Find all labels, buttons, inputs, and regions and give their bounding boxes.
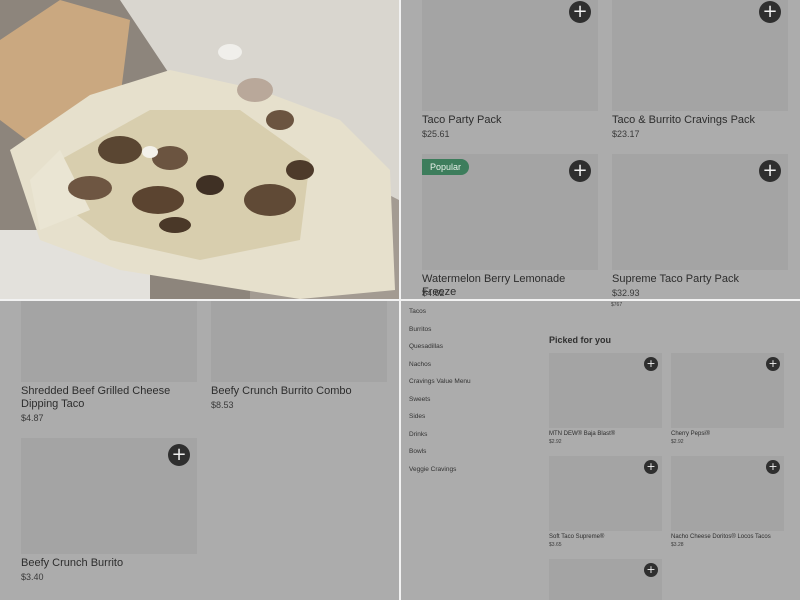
menu-item-name: Soft Taco Supreme®	[549, 534, 605, 540]
menu-item-card[interactable]: + MTN DEW® Baja Blast® $2.92	[549, 353, 662, 448]
menu-item-price: $8.53	[211, 400, 234, 410]
menu-item-name: Supreme Taco Party Pack	[612, 273, 739, 285]
menu-item-name: Beefy Crunch Burrito Combo	[211, 385, 352, 397]
menu-item-card[interactable]: Beefy Crunch Burrito Combo $8.53	[211, 301, 387, 431]
menu-item-card[interactable]: + Supreme Taco Party Pack $32.93	[612, 154, 788, 299]
add-item-button[interactable]: +	[168, 444, 190, 466]
menu-item-name: Taco & Burrito Cravings Pack	[612, 114, 756, 126]
menu-item-price: $2.92	[549, 439, 562, 445]
menu-panel-bottom-left: Shredded Beef Grilled Cheese Dipping Tac…	[0, 301, 399, 600]
menu-item-price: $25.61	[422, 129, 450, 139]
menu-item-image	[21, 301, 197, 382]
category-link[interactable]: Drinks	[409, 431, 471, 449]
menu-item-price: $4.87	[21, 413, 44, 423]
add-item-button[interactable]: +	[766, 460, 780, 474]
category-link[interactable]: Sweets	[409, 396, 471, 414]
menu-panel-bottom-right: $767 Tacos Burritos Quesadillas Nachos C…	[401, 301, 800, 600]
menu-item-price: $3.28	[671, 542, 684, 548]
category-link[interactable]: Sides	[409, 413, 471, 431]
popular-badge: Popular	[422, 159, 470, 175]
category-link[interactable]: Veggie Cravings	[409, 466, 471, 484]
category-nav: Tacos Burritos Quesadillas Nachos Cravin…	[409, 308, 471, 483]
menu-item-name: Taco Party Pack	[422, 114, 502, 126]
burrito-photo-image	[0, 0, 399, 299]
category-link[interactable]: Bowls	[409, 448, 471, 466]
menu-item-card[interactable]: + Taco Party Pack $25.61	[422, 0, 598, 140]
add-item-button[interactable]: +	[644, 563, 658, 577]
add-item-button[interactable]: +	[759, 160, 781, 182]
menu-item-price: $23.17	[612, 129, 640, 139]
add-item-button[interactable]: +	[644, 460, 658, 474]
menu-item-price: $32.93	[612, 288, 640, 298]
panel-divider	[0, 299, 800, 301]
menu-item-price: $4.62	[422, 288, 445, 298]
menu-item-card[interactable]: + Beefy Crunch Burrito $3.40	[21, 438, 197, 588]
menu-item-card[interactable]: + Taco & Burrito Cravings Pack $23.17	[612, 0, 788, 140]
section-title: Picked for you	[549, 335, 612, 345]
menu-item-name: Cherry Pepsi®	[671, 431, 711, 437]
menu-item-card[interactable]: Popular + Watermelon Berry Lemonade Free…	[422, 154, 598, 299]
menu-item-card[interactable]: + Nacho Cheese Doritos® Locos Tacos $3.2…	[671, 456, 784, 551]
category-link[interactable]: Cravings Value Menu	[409, 378, 471, 396]
menu-item-price: $767	[611, 302, 623, 308]
menu-item-name: Shredded Beef Grilled Cheese Dipping Tac…	[21, 385, 171, 410]
menu-item-name: Beefy Crunch Burrito	[21, 557, 124, 569]
category-link[interactable]: Nachos	[409, 361, 471, 379]
menu-item-name: MTN DEW® Baja Blast®	[549, 431, 616, 437]
menu-item-price: $3.40	[21, 572, 44, 582]
menu-item-card[interactable]: + Cherry Pepsi® $2.92	[671, 353, 784, 448]
menu-panel-top-right: + Taco Party Pack $25.61 + Taco & Burrit…	[401, 0, 800, 299]
menu-item-price: $3.65	[549, 542, 562, 548]
add-item-button[interactable]: +	[569, 1, 591, 23]
add-item-button[interactable]: +	[759, 1, 781, 23]
menu-item-card[interactable]: Shredded Beef Grilled Cheese Dipping Tac…	[21, 301, 197, 431]
add-item-button[interactable]: +	[569, 160, 591, 182]
menu-item-name: Nacho Cheese Doritos® Locos Tacos	[671, 534, 771, 540]
category-link[interactable]: Quesadillas	[409, 343, 471, 361]
menu-item-card[interactable]: + Soft Taco Supreme® $3.65	[549, 456, 662, 551]
category-link[interactable]: Burritos	[409, 326, 471, 344]
menu-item-price: $2.92	[671, 439, 684, 445]
add-item-button[interactable]: +	[644, 357, 658, 371]
menu-item-image	[211, 301, 387, 382]
menu-item-card[interactable]: +	[549, 559, 662, 600]
food-photo	[0, 0, 399, 299]
menu-item-name: Watermelon Berry Lemonade Freeze	[422, 273, 566, 298]
add-item-button[interactable]: +	[766, 357, 780, 371]
category-link[interactable]: Tacos	[409, 308, 471, 326]
